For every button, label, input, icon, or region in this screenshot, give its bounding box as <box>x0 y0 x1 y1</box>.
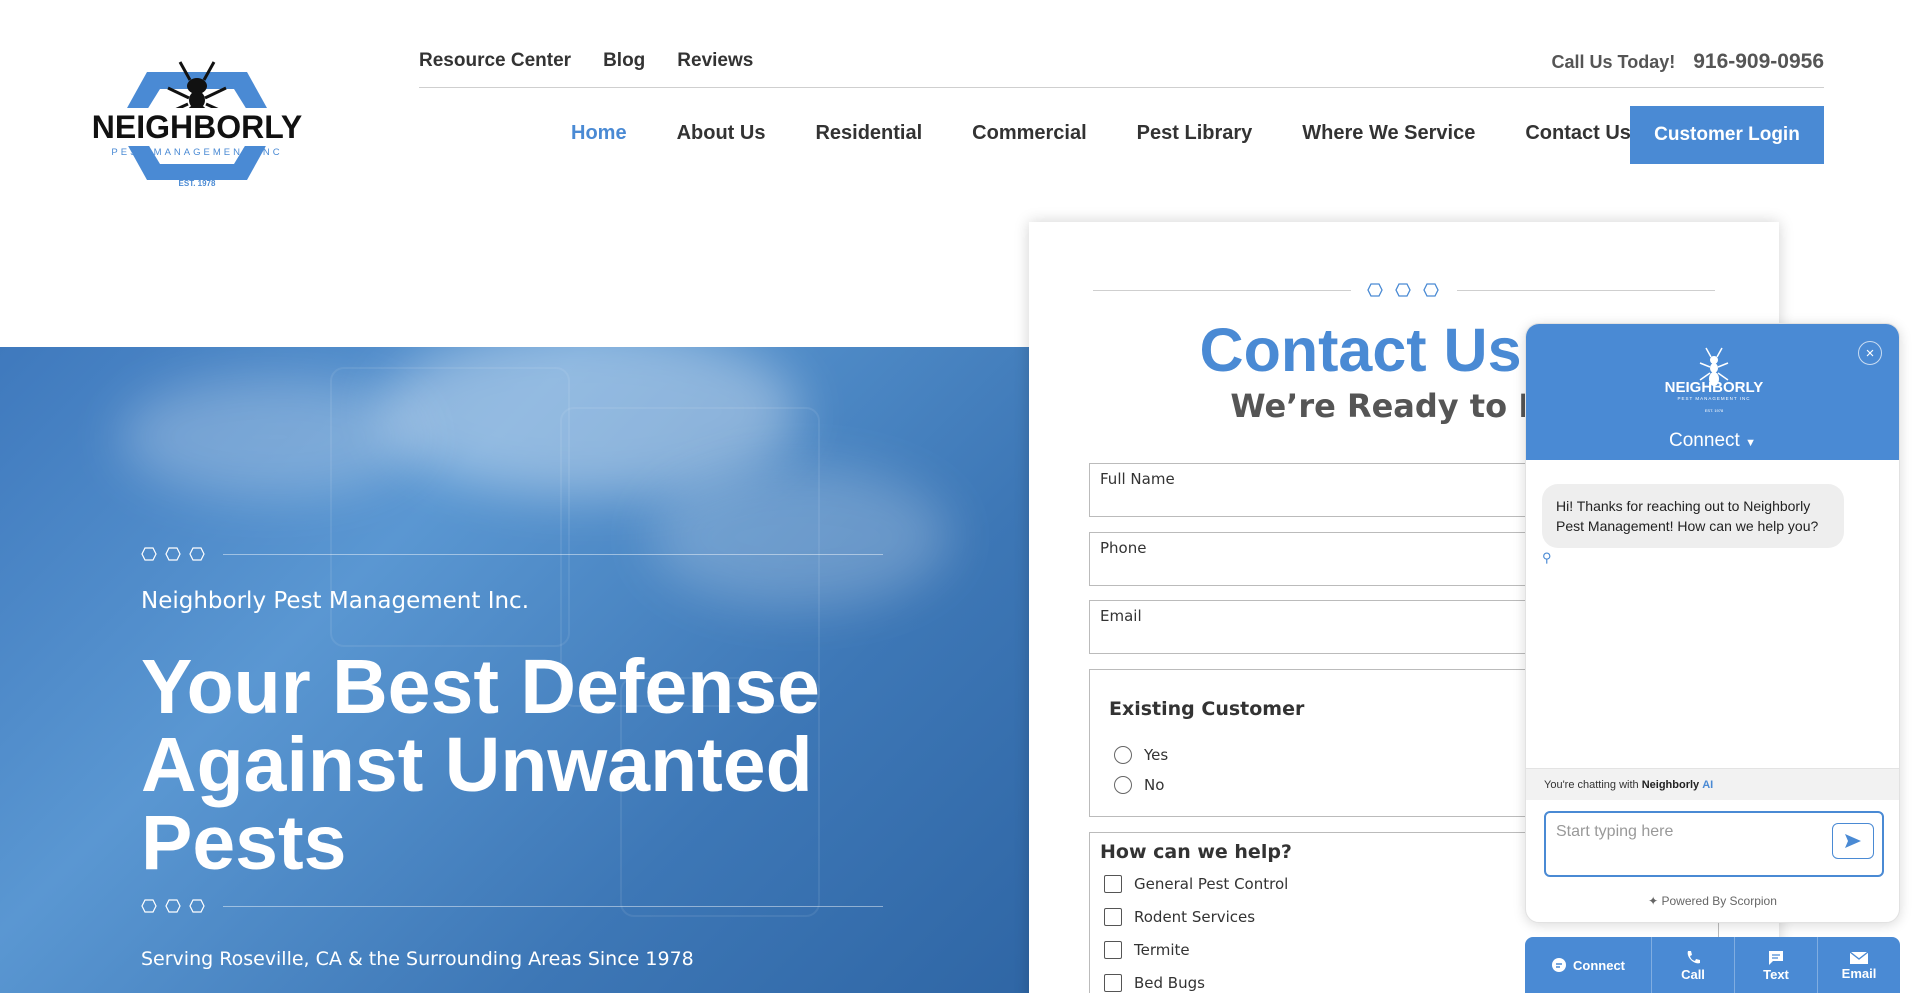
hero-headline: Your Best Defense Against Unwanted Pests <box>141 644 820 886</box>
call-label: Call <box>1681 966 1705 982</box>
chat-input[interactable]: Start typing here <box>1544 811 1884 877</box>
chat-widget: × NEIGHBORLY PEST MANAGEMENT INC EST. 19… <box>1525 323 1900 923</box>
radio-yes-label: Yes <box>1144 746 1169 764</box>
nav-about-us[interactable]: About Us <box>677 122 766 145</box>
existing-customer-title: Existing Customer <box>1109 698 1305 720</box>
call-bar: Call Us Today! 916-909-0956 <box>1552 50 1824 74</box>
message-icon <box>1769 950 1783 965</box>
hexagon-icon <box>1423 283 1439 297</box>
company-logo[interactable]: NEIGHBORLY PEST MANAGEMENT INC EST. 1978 <box>92 34 302 190</box>
contact-bar: Connect Call Text Email <box>1525 937 1900 993</box>
top-link-blog[interactable]: Blog <box>603 50 645 72</box>
email-label: Email <box>1841 965 1877 981</box>
top-links: Resource Center Blog Reviews <box>419 50 753 72</box>
checkbox-termite[interactable]: Termite <box>1104 941 1190 959</box>
connect-label: Connect <box>1573 957 1625 973</box>
top-link-reviews[interactable]: Reviews <box>677 50 753 72</box>
checkbox-icon[interactable] <box>1104 941 1122 959</box>
radio-circle-icon[interactable] <box>1114 746 1132 764</box>
hero-divider-bottom <box>141 899 883 913</box>
powered-by-text: Powered By Scorpion <box>1661 894 1777 908</box>
hero-divider-top <box>141 547 883 561</box>
logo-est: EST. 1978 <box>179 179 216 188</box>
nav-contact-us[interactable]: Contact Us <box>1525 122 1631 145</box>
checkbox-bed-bugs[interactable]: Bed Bugs <box>1104 974 1205 992</box>
top-link-resource-center[interactable]: Resource Center <box>419 50 571 72</box>
nav-residential[interactable]: Residential <box>815 122 922 145</box>
email-button[interactable]: Email <box>1817 937 1900 993</box>
main-nav: Home About Us Residential Commercial Pes… <box>571 122 1631 145</box>
powered-by: ✦ Powered By Scorpion <box>1526 894 1899 908</box>
hexagon-icon <box>1395 283 1411 297</box>
chat-message: Hi! Thanks for reaching out to Neighborl… <box>1542 484 1844 548</box>
chat-status: You're chatting with Neighborly AI <box>1526 768 1899 800</box>
logo-tagline: PEST MANAGEMENT INC <box>111 147 282 158</box>
radio-no[interactable]: No <box>1114 776 1164 794</box>
nav-home[interactable]: Home <box>571 122 627 145</box>
checkbox-icon[interactable] <box>1104 875 1122 893</box>
chat-logo-tagline: PEST MANAGEMENT INC <box>1677 396 1750 401</box>
nav-where-we-service[interactable]: Where We Service <box>1302 122 1475 145</box>
checkbox-icon[interactable] <box>1104 908 1122 926</box>
header-divider <box>419 87 1824 88</box>
logo-wordmark: NEIGHBORLY <box>92 109 302 145</box>
checkbox-label: Rodent Services <box>1134 908 1256 926</box>
phone-icon <box>1687 950 1700 963</box>
hexagon-icon <box>165 899 181 913</box>
checkbox-rodent-services[interactable]: Rodent Services <box>1104 908 1255 926</box>
chat-status-name: Neighborly <box>1641 779 1700 791</box>
checkbox-icon[interactable] <box>1104 974 1122 992</box>
customer-login-button[interactable]: Customer Login <box>1630 106 1824 164</box>
checkbox-general-pest-control[interactable]: General Pest Control <box>1104 875 1288 893</box>
chat-logo-wordmark: NEIGHBORLY <box>1665 379 1764 396</box>
hexagon-icon <box>165 547 181 561</box>
hexagon-icon <box>189 899 205 913</box>
call-label: Call Us Today! <box>1551 52 1676 72</box>
help-title: How can we help? <box>1100 841 1292 863</box>
call-button[interactable]: Call <box>1651 937 1734 993</box>
checkbox-label: Termite <box>1134 941 1190 959</box>
hexagon-icon <box>1367 283 1383 297</box>
chat-logo: NEIGHBORLY PEST MANAGEMENT INC EST. 1978 <box>1665 347 1764 413</box>
chat-input-placeholder: Start typing here <box>1556 823 1674 840</box>
connect-button[interactable]: Connect <box>1525 937 1651 993</box>
checkbox-label: Bed Bugs <box>1134 974 1205 992</box>
envelope-icon <box>1849 950 1869 964</box>
radio-yes[interactable]: Yes <box>1114 746 1168 764</box>
chat-bubble-icon <box>1552 958 1566 972</box>
close-icon[interactable]: × <box>1858 341 1882 365</box>
text-label: Text <box>1763 966 1789 982</box>
radio-no-label: No <box>1144 776 1165 794</box>
chat-connect-label: Connect <box>1669 430 1740 451</box>
scorpion-icon: ✦ <box>1648 894 1659 908</box>
nav-commercial[interactable]: Commercial <box>972 122 1087 145</box>
chat-header: × NEIGHBORLY PEST MANAGEMENT INC EST. 19… <box>1526 324 1899 460</box>
chat-connect-dropdown[interactable]: Connect ▼ <box>1526 430 1899 452</box>
ant-icon: ⚲ <box>1542 550 1552 565</box>
text-button[interactable]: Text <box>1734 937 1817 993</box>
radio-circle-icon[interactable] <box>1114 776 1132 794</box>
hexagon-icon <box>141 547 157 561</box>
caret-down-icon: ▼ <box>1745 437 1756 449</box>
chat-logo-est: EST. 1978 <box>1705 408 1724 413</box>
chat-status-ai: AI <box>1702 779 1714 791</box>
hexagon-icon <box>189 547 205 561</box>
hexagon-icon <box>141 899 157 913</box>
form-divider <box>1093 283 1715 297</box>
chat-status-prefix: You're chatting with <box>1544 779 1639 791</box>
nav-pest-library[interactable]: Pest Library <box>1137 122 1253 145</box>
hero-serving-text: Serving Roseville, CA & the Surrounding … <box>141 948 694 970</box>
phone-link[interactable]: 916-909-0956 <box>1693 50 1824 74</box>
hero-company-name: Neighborly Pest Management Inc. <box>141 588 530 614</box>
send-icon <box>1845 834 1861 848</box>
send-button[interactable] <box>1832 823 1874 859</box>
checkbox-label: General Pest Control <box>1134 875 1289 893</box>
